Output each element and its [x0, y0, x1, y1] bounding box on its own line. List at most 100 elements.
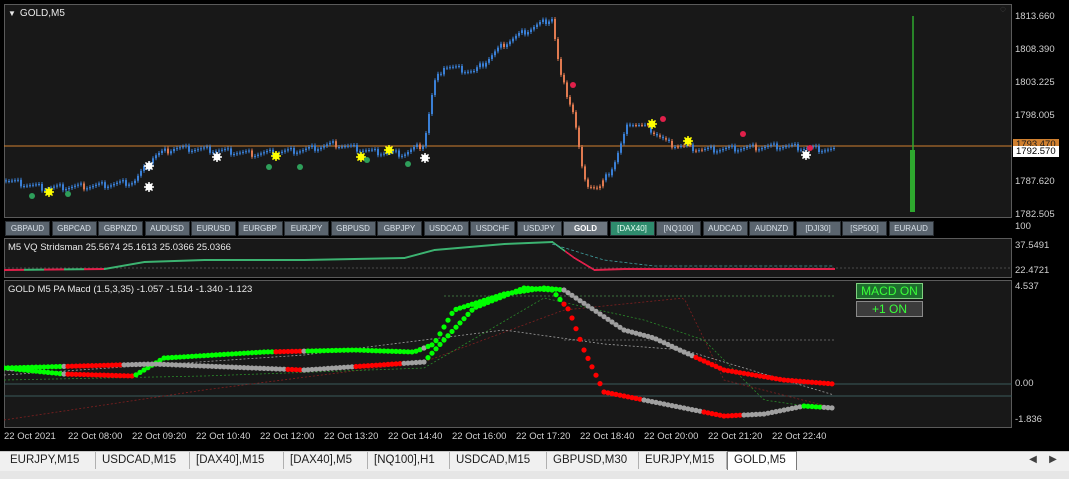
vq-line-segment [290, 259, 291, 261]
symbol-button-eurjpy[interactable]: EURJPY [284, 221, 329, 236]
macd-on-button[interactable]: MACD ON [856, 283, 923, 299]
vq-line-segment [634, 268, 635, 270]
candle-body [611, 169, 613, 176]
candle-body [137, 175, 139, 181]
vq-line-segment [519, 242, 520, 245]
vq-line-segment [813, 268, 814, 270]
symbol-button-gbpcad[interactable]: GBPCAD [51, 221, 97, 236]
symbol-button-usdcad[interactable]: USDCAD [423, 221, 469, 236]
vq-line-segment [445, 248, 446, 251]
candle-body [641, 124, 643, 126]
symbol-button-gbpjpy[interactable]: GBPJPY [377, 221, 422, 236]
chart-tab[interactable]: [NQ100],H1 [368, 452, 450, 469]
vq-line-segment [21, 268, 22, 271]
vq-line-segment [779, 268, 780, 270]
close-chart-icon[interactable]: ◌ [1000, 4, 1006, 15]
chart-tab[interactable]: GOLD,M5 [727, 451, 797, 470]
vq-line-segment [550, 241, 551, 244]
tab-scroll-right-button[interactable]: ▶ [1046, 452, 1060, 468]
symbol-button-eurgbp[interactable]: EURGBP [237, 221, 283, 236]
candle-body [320, 147, 322, 150]
vq-line-segment [9, 268, 10, 271]
candle-body [350, 145, 352, 147]
chevron-down-icon[interactable]: ▼ [8, 9, 16, 18]
chart-tab[interactable]: EURJPY,M15 [4, 452, 96, 469]
vq-line-segment [262, 259, 263, 261]
vq-line-segment [794, 268, 795, 270]
signal-dot [364, 157, 370, 163]
chart-tab[interactable]: USDCAD,M15 [450, 452, 547, 469]
vq-line-segment [174, 260, 175, 262]
vq-line-segment [256, 259, 257, 261]
chart-title-text: GOLD,M5 [19, 8, 65, 19]
vq-line-segment [358, 257, 359, 260]
vq-line-segment [89, 268, 90, 271]
symbol-button-usdchf[interactable]: USDCHF [470, 221, 515, 236]
vq-line-segment [531, 241, 532, 244]
vq-line-segment [552, 241, 553, 243]
symbol-button-euraud[interactable]: EURAUD [888, 221, 934, 236]
symbol-button-audusd[interactable]: AUDUSD [144, 221, 190, 236]
vq-line-segment [378, 257, 379, 260]
vq-line-segment [298, 259, 299, 261]
candle-body [311, 145, 313, 147]
vq-line-segment [478, 245, 479, 248]
candle-body [314, 145, 316, 151]
vq-line-segment [492, 244, 493, 247]
symbol-button-gbpaud[interactable]: GBPAUD [5, 221, 50, 236]
vq-line-segment [346, 258, 347, 261]
candle-body [29, 185, 31, 187]
chart-tab[interactable]: [DAX40],M15 [190, 452, 284, 469]
candle-body [542, 19, 544, 22]
candle-body [80, 183, 82, 185]
macd-line-dot [437, 331, 443, 337]
vq-line-segment [323, 258, 324, 261]
chart-tab[interactable]: GBPUSD,M30 [547, 452, 639, 469]
plus-one-on-button[interactable]: +1 ON [856, 301, 923, 317]
symbol-button-gbpusd[interactable]: GBPUSD [330, 221, 376, 236]
vq-line-segment [116, 265, 117, 268]
vq-line-segment [35, 268, 36, 271]
vq-line-segment [615, 268, 616, 271]
candle-body [590, 186, 592, 188]
symbol-button-sp500[interactable]: [SP500] [842, 221, 887, 236]
chart-tab[interactable]: USDCAD,M15 [96, 452, 190, 469]
vq-line-segment [87, 268, 88, 271]
candle-body [308, 147, 310, 149]
vq-line-segment [90, 268, 91, 271]
vq-line-segment [730, 268, 731, 270]
vq-line-segment [282, 259, 283, 261]
candle-body [62, 184, 64, 191]
vq-line-segment [772, 268, 773, 270]
price-chart[interactable] [4, 4, 1012, 218]
symbol-button-audnzd[interactable]: AUDNZD [749, 221, 794, 236]
candle-body [17, 179, 19, 181]
vq-line-segment [173, 260, 174, 263]
symbol-button-gold[interactable]: GOLD [563, 221, 608, 236]
candle-body [248, 150, 250, 152]
symbol-button-dax40[interactable]: [DAX40] [609, 221, 655, 236]
tab-scroll-left-button[interactable]: ◀ [1026, 452, 1040, 468]
vq-line-segment [327, 258, 328, 261]
vq-line-segment [830, 268, 831, 270]
vq-line-segment [370, 257, 371, 260]
chart-tab[interactable]: EURJPY,M15 [639, 452, 727, 469]
vq-line-segment [489, 244, 490, 247]
vq-line-segment [405, 256, 406, 259]
vq-line-segment [536, 241, 537, 244]
symbol-button-eurusd[interactable]: EURUSD [191, 221, 236, 236]
vq-line-segment [88, 268, 89, 271]
vq-line-segment [419, 253, 420, 255]
vq-line-segment [796, 268, 797, 270]
vq-line-segment [372, 257, 373, 260]
symbol-button-usdjpy[interactable]: USDJPY [516, 221, 562, 236]
vq-line-segment [690, 268, 691, 270]
candle-body [455, 66, 457, 68]
chart-tab[interactable]: [DAX40],M5 [284, 452, 368, 469]
symbol-button-nq100[interactable]: [NQ100] [656, 221, 701, 236]
symbol-button-gbpnzd[interactable]: GBPNZD [98, 221, 143, 236]
symbol-button-dji30[interactable]: [DJI30] [795, 221, 841, 236]
candle-body [113, 184, 115, 186]
vq-line-segment [138, 262, 139, 265]
symbol-button-audcad[interactable]: AUDCAD [702, 221, 748, 236]
